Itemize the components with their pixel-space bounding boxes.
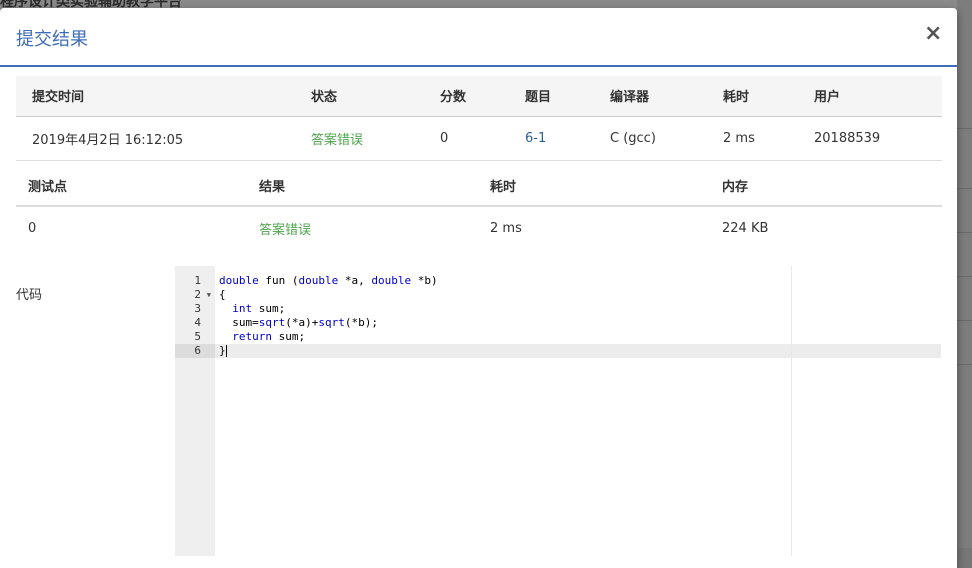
column-header-memory: 内存 (710, 166, 942, 207)
testcase-result: 答案错误 (259, 223, 312, 238)
column-header-testcase: 测试点 (16, 166, 247, 207)
text-cursor (225, 345, 227, 357)
table-row: 2019年4月2日 16:12:05 答案错误 0 6-1 C (gcc) 2 … (16, 116, 942, 161)
problem-link[interactable]: 6-1 (509, 116, 594, 161)
status-badge: 答案错误 (295, 116, 424, 161)
code-line: { (219, 288, 226, 301)
compiler-value: C (gcc) (594, 116, 707, 161)
column-header-compiler: 编译器 (594, 76, 707, 117)
modal-header: 提交结果 × (0, 8, 957, 67)
line-number: 3 (194, 302, 201, 315)
table-header-row: 提交时间 状态 分数 题目 编译器 耗时 用户 (16, 76, 942, 117)
testcase-memory: 224 KB (722, 221, 769, 236)
code-editor[interactable]: 1 2 ▼ 3 4 5 6 double fun (double *a, doub… (175, 266, 941, 556)
code-line: sum=sqrt(*a)+sqrt(*b); (219, 316, 378, 329)
table-header-row: 测试点 结果 耗时 内存 (16, 166, 942, 207)
column-header-elapsed: 耗时 (707, 76, 798, 117)
table-row: 0 答案错误 2 ms 224 KB (16, 206, 942, 250)
elapsed-value: 2 ms (707, 116, 798, 161)
line-number-gutter: 1 2 ▼ 3 4 5 6 (175, 266, 215, 556)
column-header-result: 结果 (247, 166, 478, 207)
column-header-elapsed: 耗时 (478, 166, 710, 207)
testcase-elapsed: 2 ms (490, 221, 522, 236)
print-margin (791, 266, 792, 556)
column-header-user: 用户 (798, 76, 942, 117)
line-number: 6 (175, 344, 215, 358)
score-value: 0 (424, 116, 509, 161)
code-line: return sum; (232, 330, 306, 343)
line-number: 4 (194, 316, 201, 329)
column-header-score: 分数 (424, 76, 509, 117)
user-value: 20188539 (798, 116, 942, 161)
code-line: } (215, 344, 941, 358)
code-line: int sum; (232, 302, 286, 315)
line-number: 2 ▼ (194, 288, 211, 302)
line-number: 1 (194, 274, 201, 287)
close-button[interactable]: × (924, 23, 942, 45)
code-label: 代码 (16, 288, 43, 303)
submit-time: 2019年4月2日 16:12:05 (16, 116, 295, 161)
column-header-time: 提交时间 (16, 76, 295, 117)
code-line: double fun (double *a, double *b) (219, 274, 438, 287)
submission-summary-table: 提交时间 状态 分数 题目 编译器 耗时 用户 2019年4月2日 16:12:… (16, 76, 942, 161)
fold-arrow-icon[interactable]: ▼ (207, 288, 211, 302)
testcase-id: 0 (28, 221, 37, 236)
line-number: 5 (194, 330, 201, 343)
column-header-problem: 题目 (509, 76, 594, 117)
modal-title: 提交结果 (16, 29, 88, 50)
column-header-status: 状态 (295, 76, 424, 117)
background-page-edge (957, 0, 972, 548)
testcase-table: 测试点 结果 耗时 内存 0 答案错误 2 ms 224 KB (16, 166, 942, 250)
